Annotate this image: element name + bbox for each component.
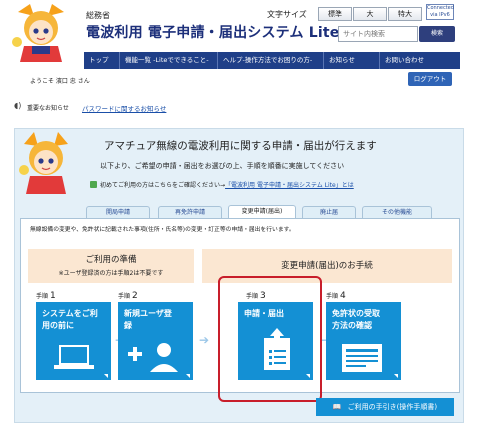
tab-change-application[interactable]: 変更申請(届出) [228,205,296,219]
step-1-card[interactable]: システムをご利 用の前に [36,302,111,380]
step-4-text-line2: 方法の確認 [332,321,372,330]
highlight-frame [218,276,322,402]
logout-button[interactable]: ログアウト [408,72,452,86]
mascot-illustration [19,132,68,194]
tab-relicense[interactable]: 再免許申請 [158,206,222,218]
first-time-row: 初めてご利用の方はこちらをご確認ください→「電波利用 電子申請・届出システム L… [90,180,354,189]
user-guide-label: ご利用の手引き(操作手順書) [347,403,438,411]
tab-abolition[interactable]: 廃止届 [302,206,356,218]
intro-heading: アマチュア無線の電波利用に関する申請・届出が行えます [104,140,377,152]
intro-subtext: 以下より、ご希望の申請・届出をお選びの上、手順を順番に実施してください [100,162,345,170]
nav-help[interactable]: ヘルプ-操作方法でお困りの方- [218,52,324,69]
mascot-logo [12,4,64,62]
search-button[interactable]: 検索 [419,26,455,42]
ministry-name: 総務省 [86,11,110,20]
step-4-card[interactable]: 免許状の受取 方法の確認 [326,302,401,380]
step-number: 2 [132,291,138,301]
step-2-text-line1: 新規ユーザ登 [124,309,172,318]
step-4-text-line1: 免許状の受取 [332,309,380,318]
preparation-title: ご利用の準備 [85,255,137,265]
step-1-text-line1: システムをご利 [42,309,98,318]
nav-features[interactable]: 機能一覧 -Liteでできること- [120,52,218,69]
notice-label: 重要なお知らせ [27,105,69,112]
first-time-prefix: 初めてご利用の方はこちらをご確認ください→ [100,182,226,189]
step-2-text-line2: 録 [124,321,132,330]
main-nav: トップ 機能一覧 -Liteでできること- ヘルプ-操作方法でお困りの方- お知… [84,52,460,69]
arrow-icon: ➔ [199,333,210,347]
about-system-link[interactable]: 「電波利用 電子申請・届出システム Lite」とは [225,182,354,189]
tab-other-functions[interactable]: その他機能 [362,206,432,218]
preparation-note: ※ユーザ登録済の方は手順2は不要です [58,270,164,277]
password-notice-link[interactable]: パスワードに関するお知らせ [82,103,166,113]
nav-news[interactable]: お知らせ [324,52,380,69]
step-prefix: 手順 [326,293,339,300]
procedure-title: 変更申請(届出)のお手続 [281,261,373,271]
ipv6-badge: Connected via IPv6 [426,4,454,20]
step-prefix: 手順 [36,293,49,300]
step-2-label: 手順 2 [118,291,138,301]
search-button-label: 検索 [430,30,443,37]
step-1-label: 手順 1 [36,291,56,301]
nav-contact[interactable]: お問い合わせ [380,52,460,69]
font-size-large-button[interactable]: 大 [353,7,387,21]
info-icon [90,181,97,188]
font-size-xlarge-button[interactable]: 特大 [388,7,422,21]
welcome-text: ようこそ 濱口 忠 さん [30,78,90,85]
site-search-input[interactable] [338,26,418,42]
step-prefix: 手順 [118,293,131,300]
font-size-label: 文字サイズ [267,10,307,19]
font-size-standard-button[interactable]: 標準 [318,7,352,21]
step-4-label: 手順 4 [326,291,346,301]
tab-new-license[interactable]: 開局申請 [86,206,150,218]
user-guide-button[interactable]: 📖 ご利用の手引き(操作手順書) [316,398,454,416]
step-2-card[interactable]: 新規ユーザ登録 [118,302,193,380]
announcement-icon: ◖) [14,101,22,110]
nav-top[interactable]: トップ [84,52,120,69]
book-icon: 📖 [332,403,342,411]
system-title[interactable]: 電波利用 電子申請・届出システム Lite [86,22,339,42]
step-number: 1 [50,291,56,301]
tab-description: 無線設備の変更や、免許状に記載された事項(住所・氏名等)の変更・訂正等の申請・届… [30,227,295,233]
step-1-text-line2: 用の前に [42,321,74,330]
step-number: 4 [340,291,346,301]
